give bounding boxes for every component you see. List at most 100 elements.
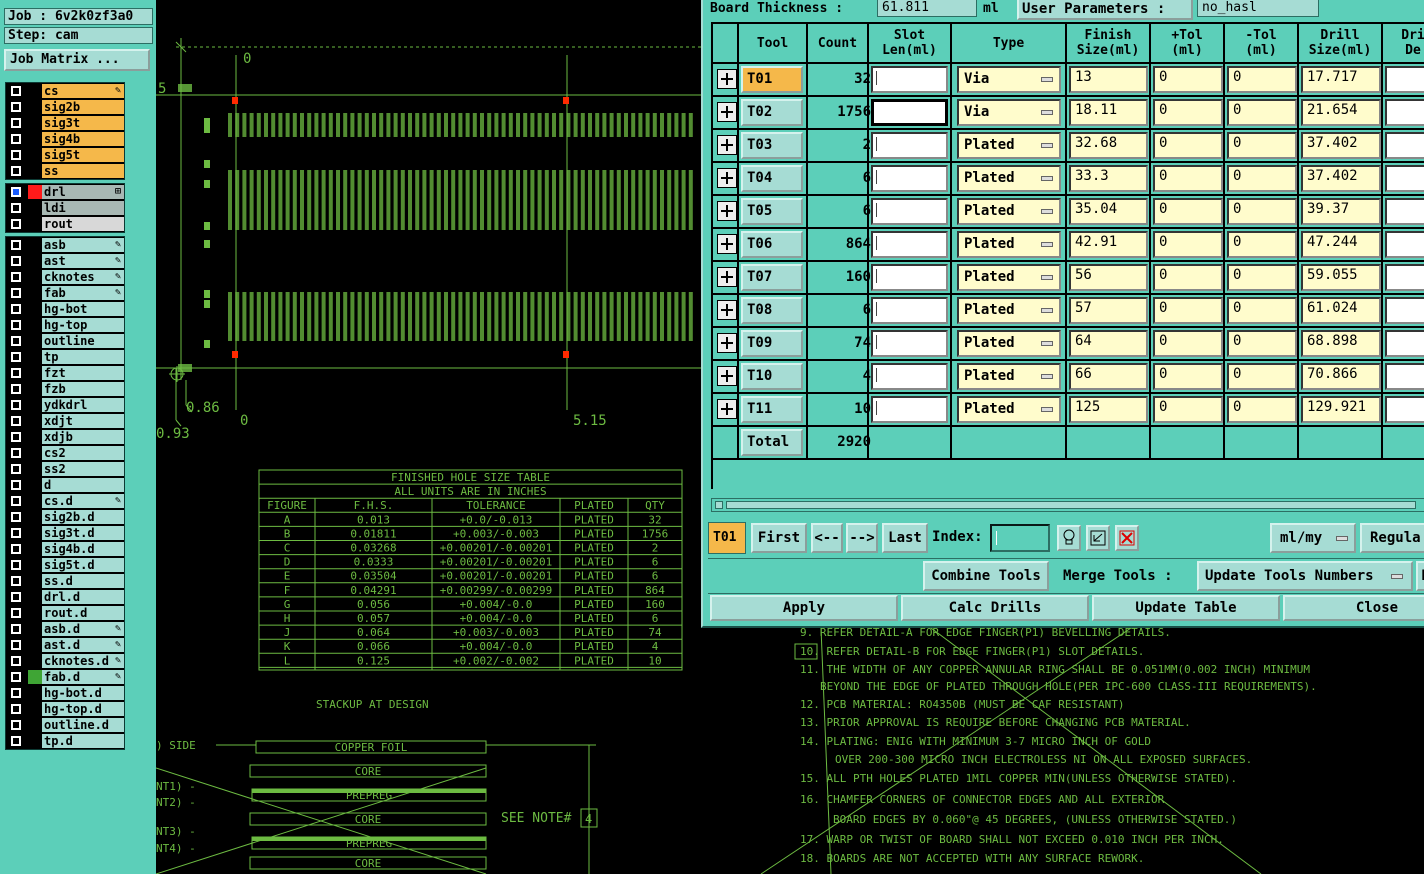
minus-tol-input[interactable]: 0 — [1227, 165, 1297, 192]
minus-tol-input[interactable]: 0 — [1227, 132, 1297, 159]
type-select[interactable]: Via — [957, 99, 1061, 126]
plus-tol-input[interactable]: 0 — [1153, 165, 1223, 192]
layer-checkbox[interactable] — [11, 272, 21, 282]
expand-row-icon[interactable] — [717, 399, 737, 419]
layer-color-swatch[interactable] — [28, 494, 42, 508]
layer-row[interactable]: ast ✎ — [6, 253, 124, 269]
layer-checkbox[interactable] — [11, 464, 21, 474]
tool-button[interactable]: T10 — [741, 363, 803, 390]
first-button[interactable]: First — [751, 523, 807, 553]
drill-depth-input[interactable] — [1385, 330, 1424, 357]
tool-button[interactable]: T11 — [741, 396, 803, 423]
minus-tol-input[interactable]: 0 — [1227, 66, 1297, 93]
user-parameters-button[interactable]: User Parameters : — [1017, 0, 1193, 20]
layer-name[interactable]: tp.d — [42, 734, 124, 748]
layer-checkbox[interactable] — [11, 150, 21, 160]
expand-row-icon[interactable] — [717, 102, 737, 122]
type-select[interactable]: Plated — [957, 297, 1061, 324]
tool-button[interactable]: T04 — [741, 165, 803, 192]
layer-checkbox[interactable] — [11, 368, 21, 378]
layer-name[interactable]: sig2b.d — [42, 510, 124, 524]
layer-checkbox[interactable] — [11, 86, 21, 96]
layer-row[interactable]: cknotes.d ✎ — [6, 653, 124, 669]
layer-color-swatch[interactable] — [28, 414, 42, 428]
bulb-icon[interactable] — [1057, 525, 1081, 551]
layer-checkbox[interactable] — [11, 384, 21, 394]
layer-color-swatch[interactable] — [28, 334, 42, 348]
layer-name[interactable]: sig5t.d — [42, 558, 124, 572]
layer-color-swatch[interactable] — [28, 526, 42, 540]
user-parameters-input[interactable]: no_hasl — [1197, 0, 1319, 17]
last-button[interactable]: Last — [882, 523, 928, 553]
finish-size-input[interactable]: 35.04 — [1069, 198, 1148, 225]
layer-name[interactable]: asb ✎ — [42, 238, 124, 252]
finish-size-input[interactable]: 32.68 — [1069, 132, 1148, 159]
tool-button[interactable]: T06 — [741, 231, 803, 258]
type-select[interactable]: Plated — [957, 165, 1061, 192]
expand-row-icon[interactable] — [717, 234, 737, 254]
layer-name[interactable]: cknotes.d ✎ — [42, 654, 124, 668]
layer-color-swatch[interactable] — [28, 382, 42, 396]
layer-row[interactable]: asb.d ✎ — [6, 621, 124, 637]
expand-row-icon[interactable] — [717, 201, 737, 221]
update-tools-numbers-select[interactable]: Update Tools Numbers — [1197, 561, 1413, 591]
layer-row[interactable]: rout.d — [6, 605, 124, 621]
drill-size-input[interactable]: 37.402 — [1301, 165, 1381, 192]
layer-checkbox[interactable] — [11, 688, 21, 698]
drill-size-input[interactable]: 21.654 — [1301, 99, 1381, 126]
finish-size-input[interactable]: 33.3 — [1069, 165, 1148, 192]
tool-button[interactable]: T05 — [741, 198, 803, 225]
plus-tol-input[interactable]: 0 — [1153, 198, 1223, 225]
tool-button[interactable]: T03 — [741, 132, 803, 159]
layer-color-swatch[interactable] — [28, 734, 42, 748]
layer-color-swatch[interactable] — [28, 270, 42, 284]
cad-canvas[interactable]: 0 5 0.86 0.93 0 5.15 FINISHED HOLE SIZE … — [156, 0, 701, 874]
layer-row[interactable]: sig5t.d — [6, 557, 124, 573]
plus-tol-input[interactable]: 0 — [1153, 264, 1223, 291]
layer-checkbox[interactable] — [11, 304, 21, 314]
expand-row-icon[interactable] — [717, 135, 737, 155]
layer-checkbox[interactable] — [11, 736, 21, 746]
drill-depth-input[interactable] — [1385, 132, 1424, 159]
layer-name[interactable]: outline — [42, 334, 124, 348]
minus-tol-input[interactable]: 0 — [1227, 363, 1297, 390]
layer-color-swatch[interactable] — [28, 100, 42, 114]
finish-size-input[interactable]: 13 — [1069, 66, 1148, 93]
layer-checkbox[interactable] — [11, 352, 21, 362]
finish-size-input[interactable]: 56 — [1069, 264, 1148, 291]
layer-checkbox[interactable] — [11, 102, 21, 112]
layer-checkbox[interactable] — [11, 624, 21, 634]
layer-name[interactable]: fab ✎ — [42, 286, 124, 300]
layer-row[interactable]: sig2b.d — [6, 509, 124, 525]
layer-color-swatch[interactable] — [28, 478, 42, 492]
slot-length-input[interactable] — [871, 132, 948, 159]
slot-length-input[interactable] — [871, 165, 948, 192]
layer-checkbox[interactable] — [11, 720, 21, 730]
plus-tol-input[interactable]: 0 — [1153, 297, 1223, 324]
update-table-button[interactable]: Update Table — [1092, 595, 1280, 621]
layer-row[interactable]: tp — [6, 349, 124, 365]
layer-name[interactable]: ldi — [42, 201, 124, 215]
slot-length-input[interactable] — [871, 66, 948, 93]
layer-color-swatch[interactable] — [28, 164, 42, 178]
layer-checkbox[interactable] — [11, 118, 21, 128]
layer-name[interactable]: fzt — [42, 366, 124, 380]
drill-depth-input[interactable] — [1385, 231, 1424, 258]
layer-color-swatch[interactable] — [28, 302, 42, 316]
layer-name[interactable]: fab.d ✎ — [42, 670, 124, 684]
layer-color-swatch[interactable] — [28, 116, 42, 130]
drill-size-input[interactable]: 39.37 — [1301, 198, 1381, 225]
minus-tol-input[interactable]: 0 — [1227, 396, 1297, 423]
refresh-icon[interactable] — [1086, 525, 1110, 551]
layer-name[interactable]: ss2 — [42, 462, 124, 476]
drill-size-input[interactable]: 37.402 — [1301, 132, 1381, 159]
layer-name[interactable]: ss — [42, 164, 124, 178]
finish-size-input[interactable]: 18.11 — [1069, 99, 1148, 126]
index-input[interactable] — [990, 524, 1050, 552]
expand-row-icon[interactable] — [717, 168, 737, 188]
drill-size-input[interactable]: 47.244 — [1301, 231, 1381, 258]
layer-color-swatch[interactable] — [28, 398, 42, 412]
type-select[interactable]: Plated — [957, 231, 1061, 258]
type-select[interactable]: Plated — [957, 132, 1061, 159]
layer-checkbox[interactable] — [11, 528, 21, 538]
